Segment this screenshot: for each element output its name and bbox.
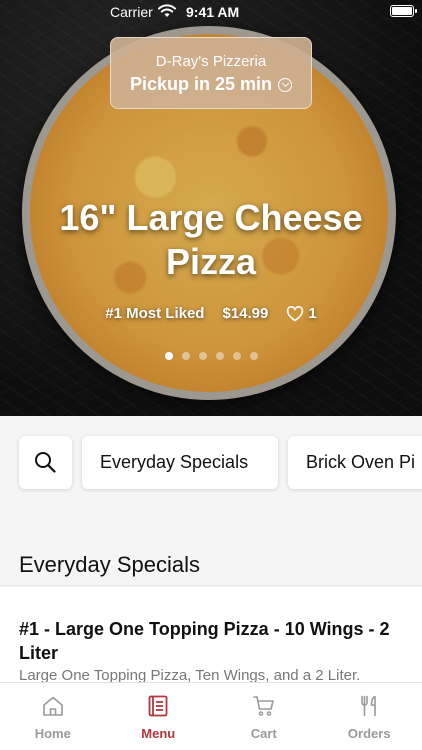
likes-counter[interactable]: 1 [286, 305, 317, 322]
tab-orders-label: Orders [347, 726, 391, 741]
menu-item-title: #1 - Large One Topping Pizza - 10 Wings … [19, 619, 390, 663]
battery-icon [390, 5, 417, 17]
carousel-dot[interactable] [232, 352, 241, 360]
tab-bar: Home Menu Cart Orders [0, 682, 422, 750]
search-icon [35, 452, 56, 473]
carousel-dot[interactable] [198, 352, 207, 360]
section-title: Everyday Specials [19, 552, 200, 577]
pickup-time: Pickup in 25 min [129, 74, 273, 94]
hero-banner[interactable]: Carrier 9:41 AM D-Ray's Pizzeria Pickup … [0, 0, 422, 416]
menu-icon [148, 695, 168, 717]
carousel-dot[interactable] [249, 352, 258, 360]
tab-cart[interactable]: Cart [211, 683, 317, 750]
store-pickup-selector[interactable]: D-Ray's Pizzeria Pickup in 25 min [110, 37, 312, 109]
tab-orders[interactable]: Orders [317, 683, 422, 750]
carrier-label: Carrier [110, 4, 153, 20]
cart-icon [252, 696, 274, 716]
carousel-dot[interactable] [181, 352, 190, 360]
featured-item-meta: #1 Most Liked $14.99 1 [0, 305, 422, 322]
carousel-dot[interactable] [164, 352, 173, 360]
section-header: Everyday Specials [0, 530, 422, 586]
tab-home[interactable]: Home [0, 683, 106, 750]
carousel-indicator[interactable] [0, 352, 422, 360]
most-liked-badge: #1 Most Liked [105, 305, 205, 322]
search-button[interactable] [19, 436, 72, 489]
category-chip-brick-oven[interactable]: Brick Oven Pi [288, 436, 422, 489]
home-icon [42, 696, 63, 716]
chevron-down-circle-icon [278, 77, 293, 92]
category-bar: Everyday Specials Brick Oven Pi [0, 416, 422, 510]
featured-item-price: $14.99 [222, 305, 269, 322]
featured-item-title: 16" Large Cheese Pizza [59, 197, 363, 282]
heart-icon [287, 305, 304, 321]
tab-home-label: Home [34, 726, 71, 741]
tab-menu-label: Menu [141, 726, 176, 741]
likes-count: 1 [308, 305, 317, 322]
category-chip-everyday-specials[interactable]: Everyday Specials [82, 436, 278, 489]
tab-menu[interactable]: Menu [106, 683, 212, 750]
tab-cart-label: Cart [250, 726, 277, 741]
status-time: 9:41 AM [186, 4, 240, 20]
store-name: D-Ray's Pizzeria [155, 53, 267, 70]
carousel-dot[interactable] [215, 352, 224, 360]
pickup-time-row: Pickup in 25 min [111, 74, 311, 95]
orders-icon [361, 695, 377, 717]
menu-item[interactable]: #1 - Large One Topping Pizza - 10 Wings … [0, 587, 422, 687]
status-bar: Carrier 9:41 AM [0, 0, 422, 24]
wifi-icon [158, 4, 176, 17]
